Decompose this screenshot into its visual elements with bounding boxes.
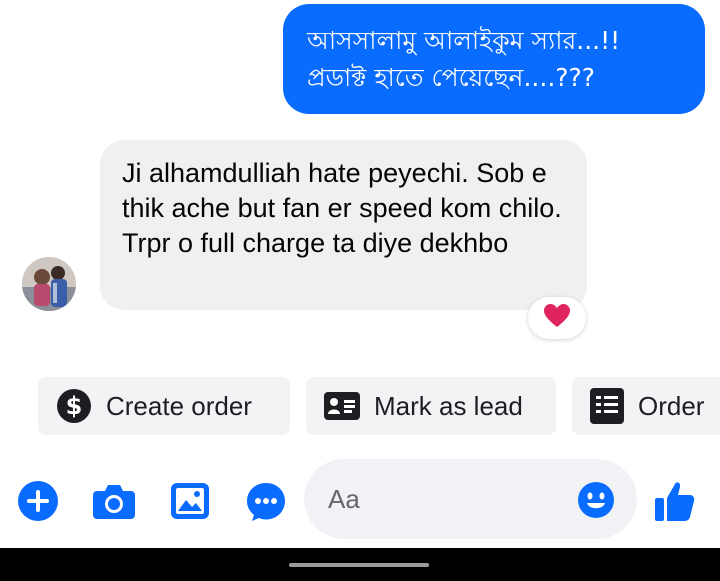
outgoing-message-bubble[interactable]: আসসালামু আলাইকুম স্যার...!! প্রডাক্ট হাত… [283,4,705,114]
receipt-icon [590,388,624,424]
outgoing-message-line-1: আসসালামু আলাইকুম স্যার...!! [307,26,621,55]
outgoing-message-line-2: প্রডাক্ট হাতে পেয়েছেন....??? [307,63,596,92]
create-order-label: Create order [106,390,252,421]
image-icon[interactable] [170,482,210,520]
emoji-icon[interactable] [576,480,616,520]
svg-text:$: $ [66,392,83,420]
order-button[interactable]: Order [572,377,720,435]
incoming-message-bubble[interactable]: Ji alhamdulliah hate peyechi. Sob e thik… [100,140,587,310]
incoming-message-text: Ji alhamdulliah hate peyechi. Sob e thik… [122,158,562,258]
camera-icon[interactable] [92,481,136,521]
heart-icon [544,303,570,333]
chat-more-icon[interactable] [244,480,288,524]
create-order-button[interactable]: $ Create order [38,377,290,435]
plus-icon[interactable] [16,479,60,523]
system-navigation-bar [0,548,720,581]
avatar[interactable] [22,257,76,311]
dollar-icon: $ [56,388,92,424]
reaction-badge[interactable] [528,297,586,339]
order-label: Order [638,390,705,421]
thumbs-up-icon[interactable] [654,479,696,523]
home-handle[interactable] [289,563,429,567]
id-card-icon [324,392,360,420]
message-input-placeholder: Aa [328,483,360,514]
mark-as-lead-label: Mark as lead [374,390,523,421]
mark-as-lead-button[interactable]: Mark as lead [306,377,556,435]
